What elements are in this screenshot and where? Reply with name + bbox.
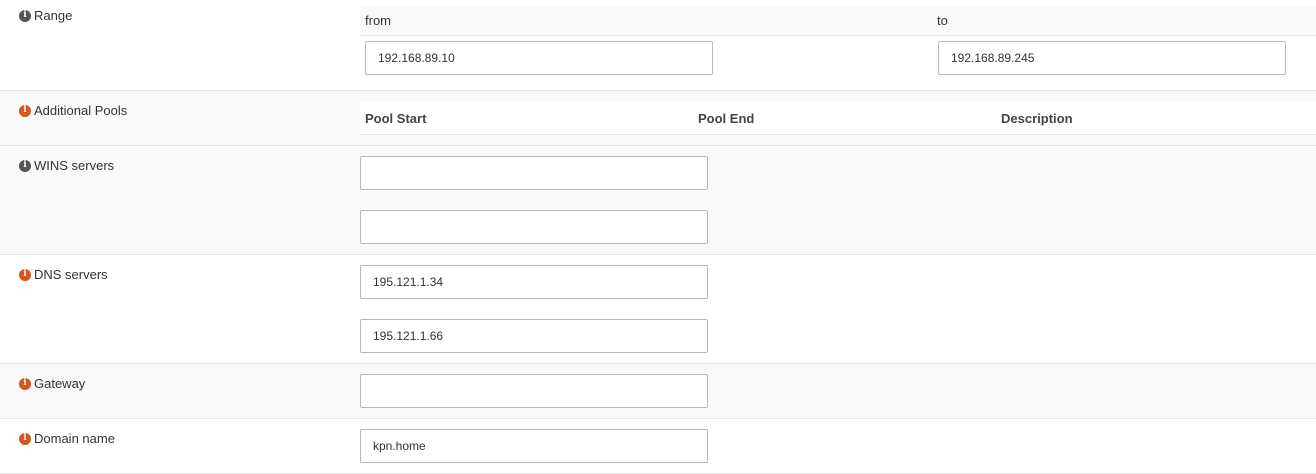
description-header: Description <box>1001 111 1073 126</box>
pool-start-header: Pool Start <box>365 111 427 126</box>
info-icon[interactable]: i <box>19 159 31 172</box>
range-to-header: to <box>937 13 948 28</box>
additional-pools-label-text: Additional Pools <box>34 103 128 118</box>
dns-servers-label-text: DNS servers <box>34 267 108 282</box>
domain-name-input[interactable]: kpn.home <box>360 429 708 463</box>
gateway-label-text: Gateway <box>34 376 86 391</box>
gateway-row: i Gateway <box>0 364 1316 419</box>
range-from-header: from <box>365 13 391 28</box>
gateway-input[interactable] <box>360 374 708 408</box>
range-label-text: Range <box>34 8 73 23</box>
range-from-input[interactable]: 192.168.89.10 <box>365 41 713 75</box>
wins-server-2-input[interactable] <box>360 210 708 244</box>
gateway-label: i Gateway <box>19 376 85 391</box>
dns-server-2-input[interactable]: 195.121.1.66 <box>360 319 708 353</box>
range-label: i Range <box>19 8 72 23</box>
info-icon[interactable]: i <box>19 104 31 117</box>
domain-name-row: i Domain name kpn.home <box>0 419 1316 474</box>
dns-server-1-input[interactable]: 195.121.1.34 <box>360 265 708 299</box>
dns-servers-label: i DNS servers <box>19 267 108 282</box>
wins-servers-label: i WINS servers <box>19 158 114 173</box>
wins-server-1-input[interactable] <box>360 156 708 190</box>
domain-name-label-text: Domain name <box>34 431 115 446</box>
info-icon[interactable]: i <box>19 377 31 390</box>
info-icon[interactable]: i <box>19 268 31 281</box>
info-icon[interactable]: i <box>19 432 31 445</box>
additional-pools-row: i Additional Pools Pool Start Pool End D… <box>0 91 1316 146</box>
wins-servers-label-text: WINS servers <box>34 158 115 173</box>
pool-end-header: Pool End <box>698 111 755 126</box>
pools-table-header: Pool Start Pool End Description <box>360 101 1316 135</box>
dns-servers-row: i DNS servers 195.121.1.34 195.121.1.66 <box>0 255 1316 364</box>
additional-pools-label: i Additional Pools <box>19 103 127 118</box>
wins-servers-row: i WINS servers <box>0 146 1316 255</box>
domain-name-label: i Domain name <box>19 431 115 446</box>
range-to-input[interactable]: 192.168.89.245 <box>938 41 1286 75</box>
range-header: from to <box>360 6 1316 36</box>
info-icon[interactable]: i <box>19 9 31 22</box>
range-row: i Range from to 192.168.89.10 192.168.89… <box>0 0 1316 91</box>
